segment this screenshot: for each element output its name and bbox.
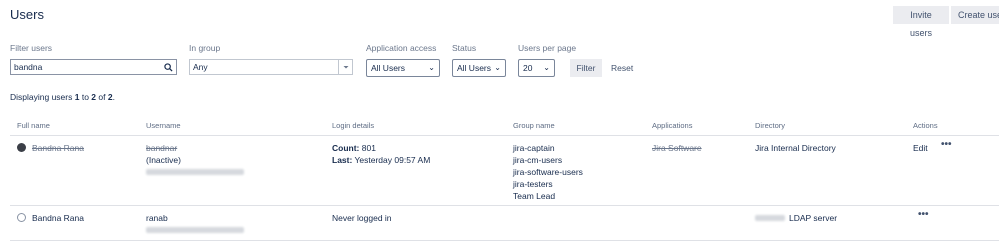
summary-prefix: Displaying users — [10, 92, 75, 102]
header-divider — [10, 135, 999, 136]
full-name[interactable]: Bandna Rana — [32, 212, 84, 224]
redacted-email — [146, 169, 244, 175]
directory: Jira Internal Directory — [755, 143, 836, 153]
summary-mid: to — [79, 92, 92, 102]
row-divider — [10, 205, 999, 206]
login-count: Count: 801 — [332, 142, 376, 154]
chevron-down-icon: ⌄ — [543, 63, 550, 72]
chevron-down-icon — [338, 60, 352, 74]
status-label: Status — [452, 43, 477, 53]
redacted-directory-prefix — [755, 215, 785, 221]
login-details: Never logged in — [332, 213, 392, 223]
users-per-page-label: Users per page — [518, 43, 577, 53]
create-user-button[interactable]: Create user — [951, 6, 999, 24]
users-per-page-select[interactable]: 20 ⌄ — [518, 59, 555, 77]
more-actions-icon[interactable]: ••• — [918, 209, 929, 220]
group-item[interactable]: jira-software-users — [513, 166, 583, 178]
username-status: (Inactive) — [146, 155, 181, 165]
edit-link[interactable]: Edit — [913, 142, 928, 154]
username: ranab — [146, 213, 168, 223]
group-item[interactable]: jira-testers — [513, 178, 553, 190]
application-access-value: All Users — [371, 63, 406, 73]
full-name[interactable]: Bandna Rana — [32, 142, 84, 154]
col-full-name: Full name — [17, 121, 50, 130]
status-select[interactable]: All Users ⌄ — [452, 59, 506, 77]
in-group-value: Any — [193, 62, 208, 72]
row-divider — [10, 240, 999, 241]
group-item[interactable]: jira-captain — [513, 142, 555, 154]
col-actions: Actions — [913, 121, 938, 130]
application-item: Jira Software — [652, 143, 702, 153]
summary-suffix: . — [112, 92, 115, 102]
login-count-label: Count: — [332, 143, 360, 153]
col-login-details: Login details — [332, 121, 375, 130]
more-actions-icon[interactable]: ••• — [941, 139, 952, 150]
status-value: All Users — [457, 63, 492, 73]
col-applications: Applications — [652, 121, 693, 130]
col-directory: Directory — [755, 121, 786, 130]
login-last: Last: Yesterday 09:57 AM — [332, 154, 430, 166]
login-last-label: Last: — [332, 155, 353, 165]
filter-users-label: Filter users — [10, 43, 53, 53]
page-title: Users — [10, 7, 44, 22]
group-item[interactable]: Team Lead — [513, 190, 555, 202]
chevron-down-icon: ⌄ — [494, 63, 501, 72]
login-last-value: Yesterday 09:57 AM — [352, 155, 431, 165]
in-group-select[interactable]: Any — [189, 59, 353, 75]
summary-of: of — [96, 92, 108, 102]
reset-link[interactable]: Reset — [611, 63, 633, 73]
filter-users-value: bandna — [14, 62, 43, 72]
login-count-value: 801 — [359, 143, 376, 153]
redacted-email — [146, 227, 244, 233]
search-icon[interactable] — [164, 62, 173, 76]
results-summary: Displaying users 1 to 2 of 2. — [10, 92, 115, 102]
user-avatar-icon — [17, 213, 26, 222]
application-access-label: Application access — [366, 43, 437, 53]
in-group-label: In group — [189, 43, 221, 53]
col-username: Username — [146, 121, 181, 130]
invite-users-button[interactable]: Invite users — [893, 6, 949, 38]
users-per-page-value: 20 — [523, 63, 533, 73]
directory: LDAP server — [789, 213, 838, 223]
application-access-select[interactable]: All Users ⌄ — [366, 59, 440, 77]
filter-users-input[interactable]: bandna — [10, 59, 177, 75]
username: bandnar — [146, 143, 178, 153]
user-avatar-icon — [17, 143, 26, 152]
group-item[interactable]: jira-cm-users — [513, 154, 562, 166]
filter-button[interactable]: Filter — [570, 59, 602, 77]
col-group-name: Group name — [513, 121, 555, 130]
chevron-down-icon: ⌄ — [428, 63, 435, 72]
